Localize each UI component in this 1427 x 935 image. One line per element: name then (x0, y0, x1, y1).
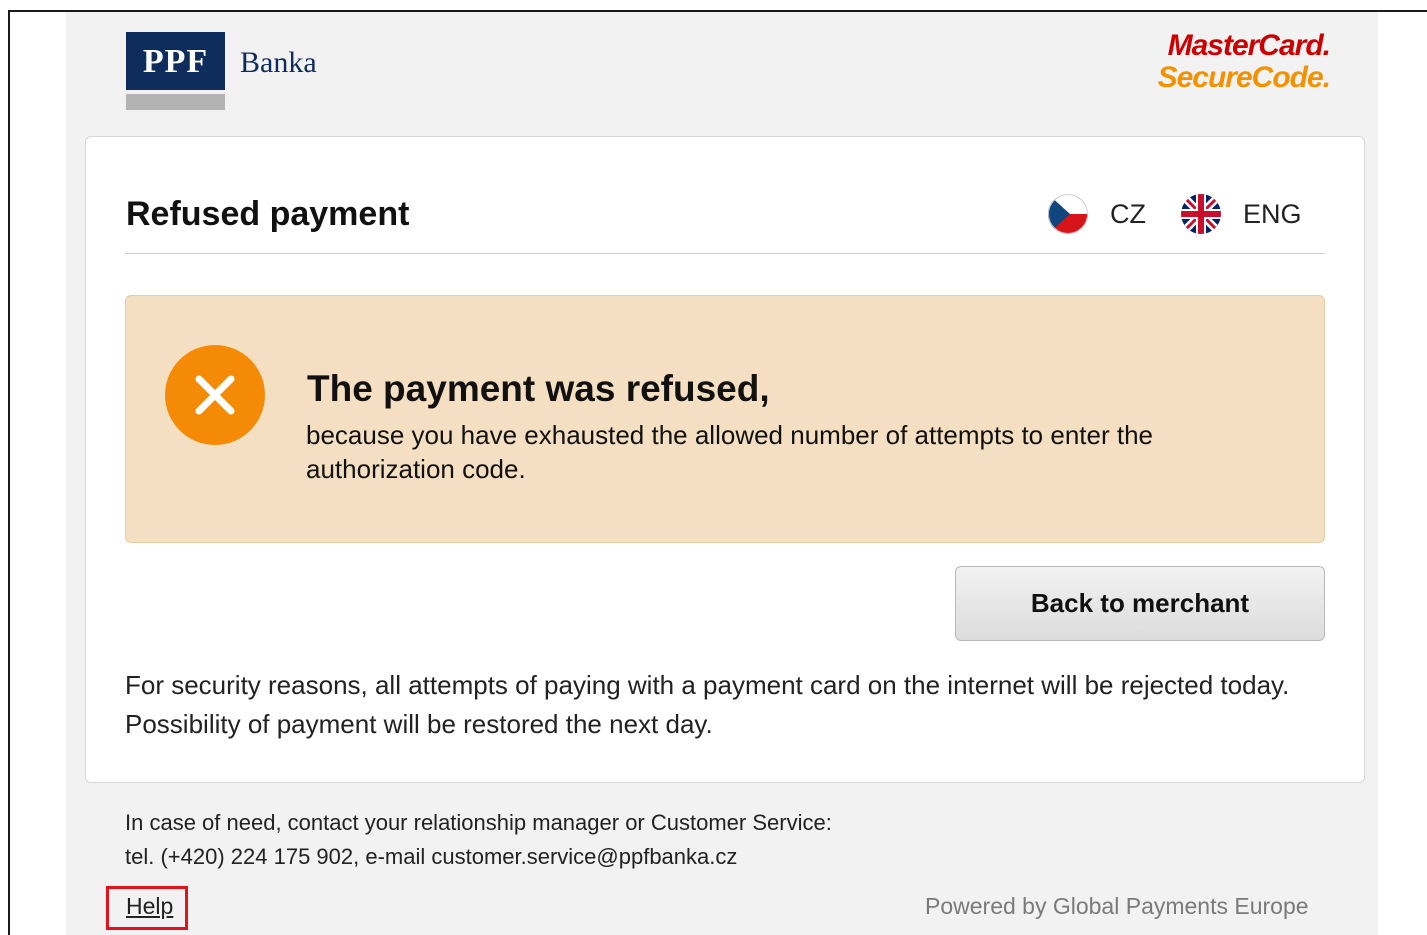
alert-title: The payment was refused, (307, 368, 770, 409)
language-eng-label: ENG (1243, 198, 1302, 229)
czech-flag-icon (1048, 194, 1088, 234)
ppf-logo-box: PPF (126, 32, 225, 90)
ppf-logo-bar (126, 94, 225, 110)
security-note: For security reasons, all attempts of pa… (125, 670, 1290, 739)
close-icon (165, 345, 265, 445)
mastercard-logo-line1: MasterCard. (1167, 29, 1331, 62)
contact-info: In case of need, contact your relationsh… (125, 806, 832, 874)
contact-line-1: In case of need, contact your relationsh… (125, 810, 832, 835)
bank-name: Banka (240, 46, 317, 79)
mastercard-securecode-logo: MasterCard. SecureCode. (1150, 29, 1331, 94)
language-cz-label: CZ (1110, 198, 1146, 229)
page-title: Refused payment (126, 195, 410, 233)
language-eng[interactable]: ENG (1181, 194, 1302, 234)
uk-flag-icon (1181, 194, 1221, 234)
back-to-merchant-button[interactable]: Back to merchant (955, 566, 1325, 641)
contact-line-2: tel. (+420) 224 175 902, e-mail customer… (125, 844, 738, 869)
help-link[interactable]: Help (126, 893, 173, 920)
title-divider (125, 253, 1325, 254)
alert-message: because you have exhausted the allowed n… (306, 420, 1153, 484)
powered-by: Powered by Global Payments Europe (925, 893, 1309, 919)
ppf-logo: PPF (126, 32, 226, 110)
mastercard-logo-line2: SecureCode. (1157, 61, 1331, 94)
language-cz[interactable]: CZ (1048, 194, 1146, 234)
